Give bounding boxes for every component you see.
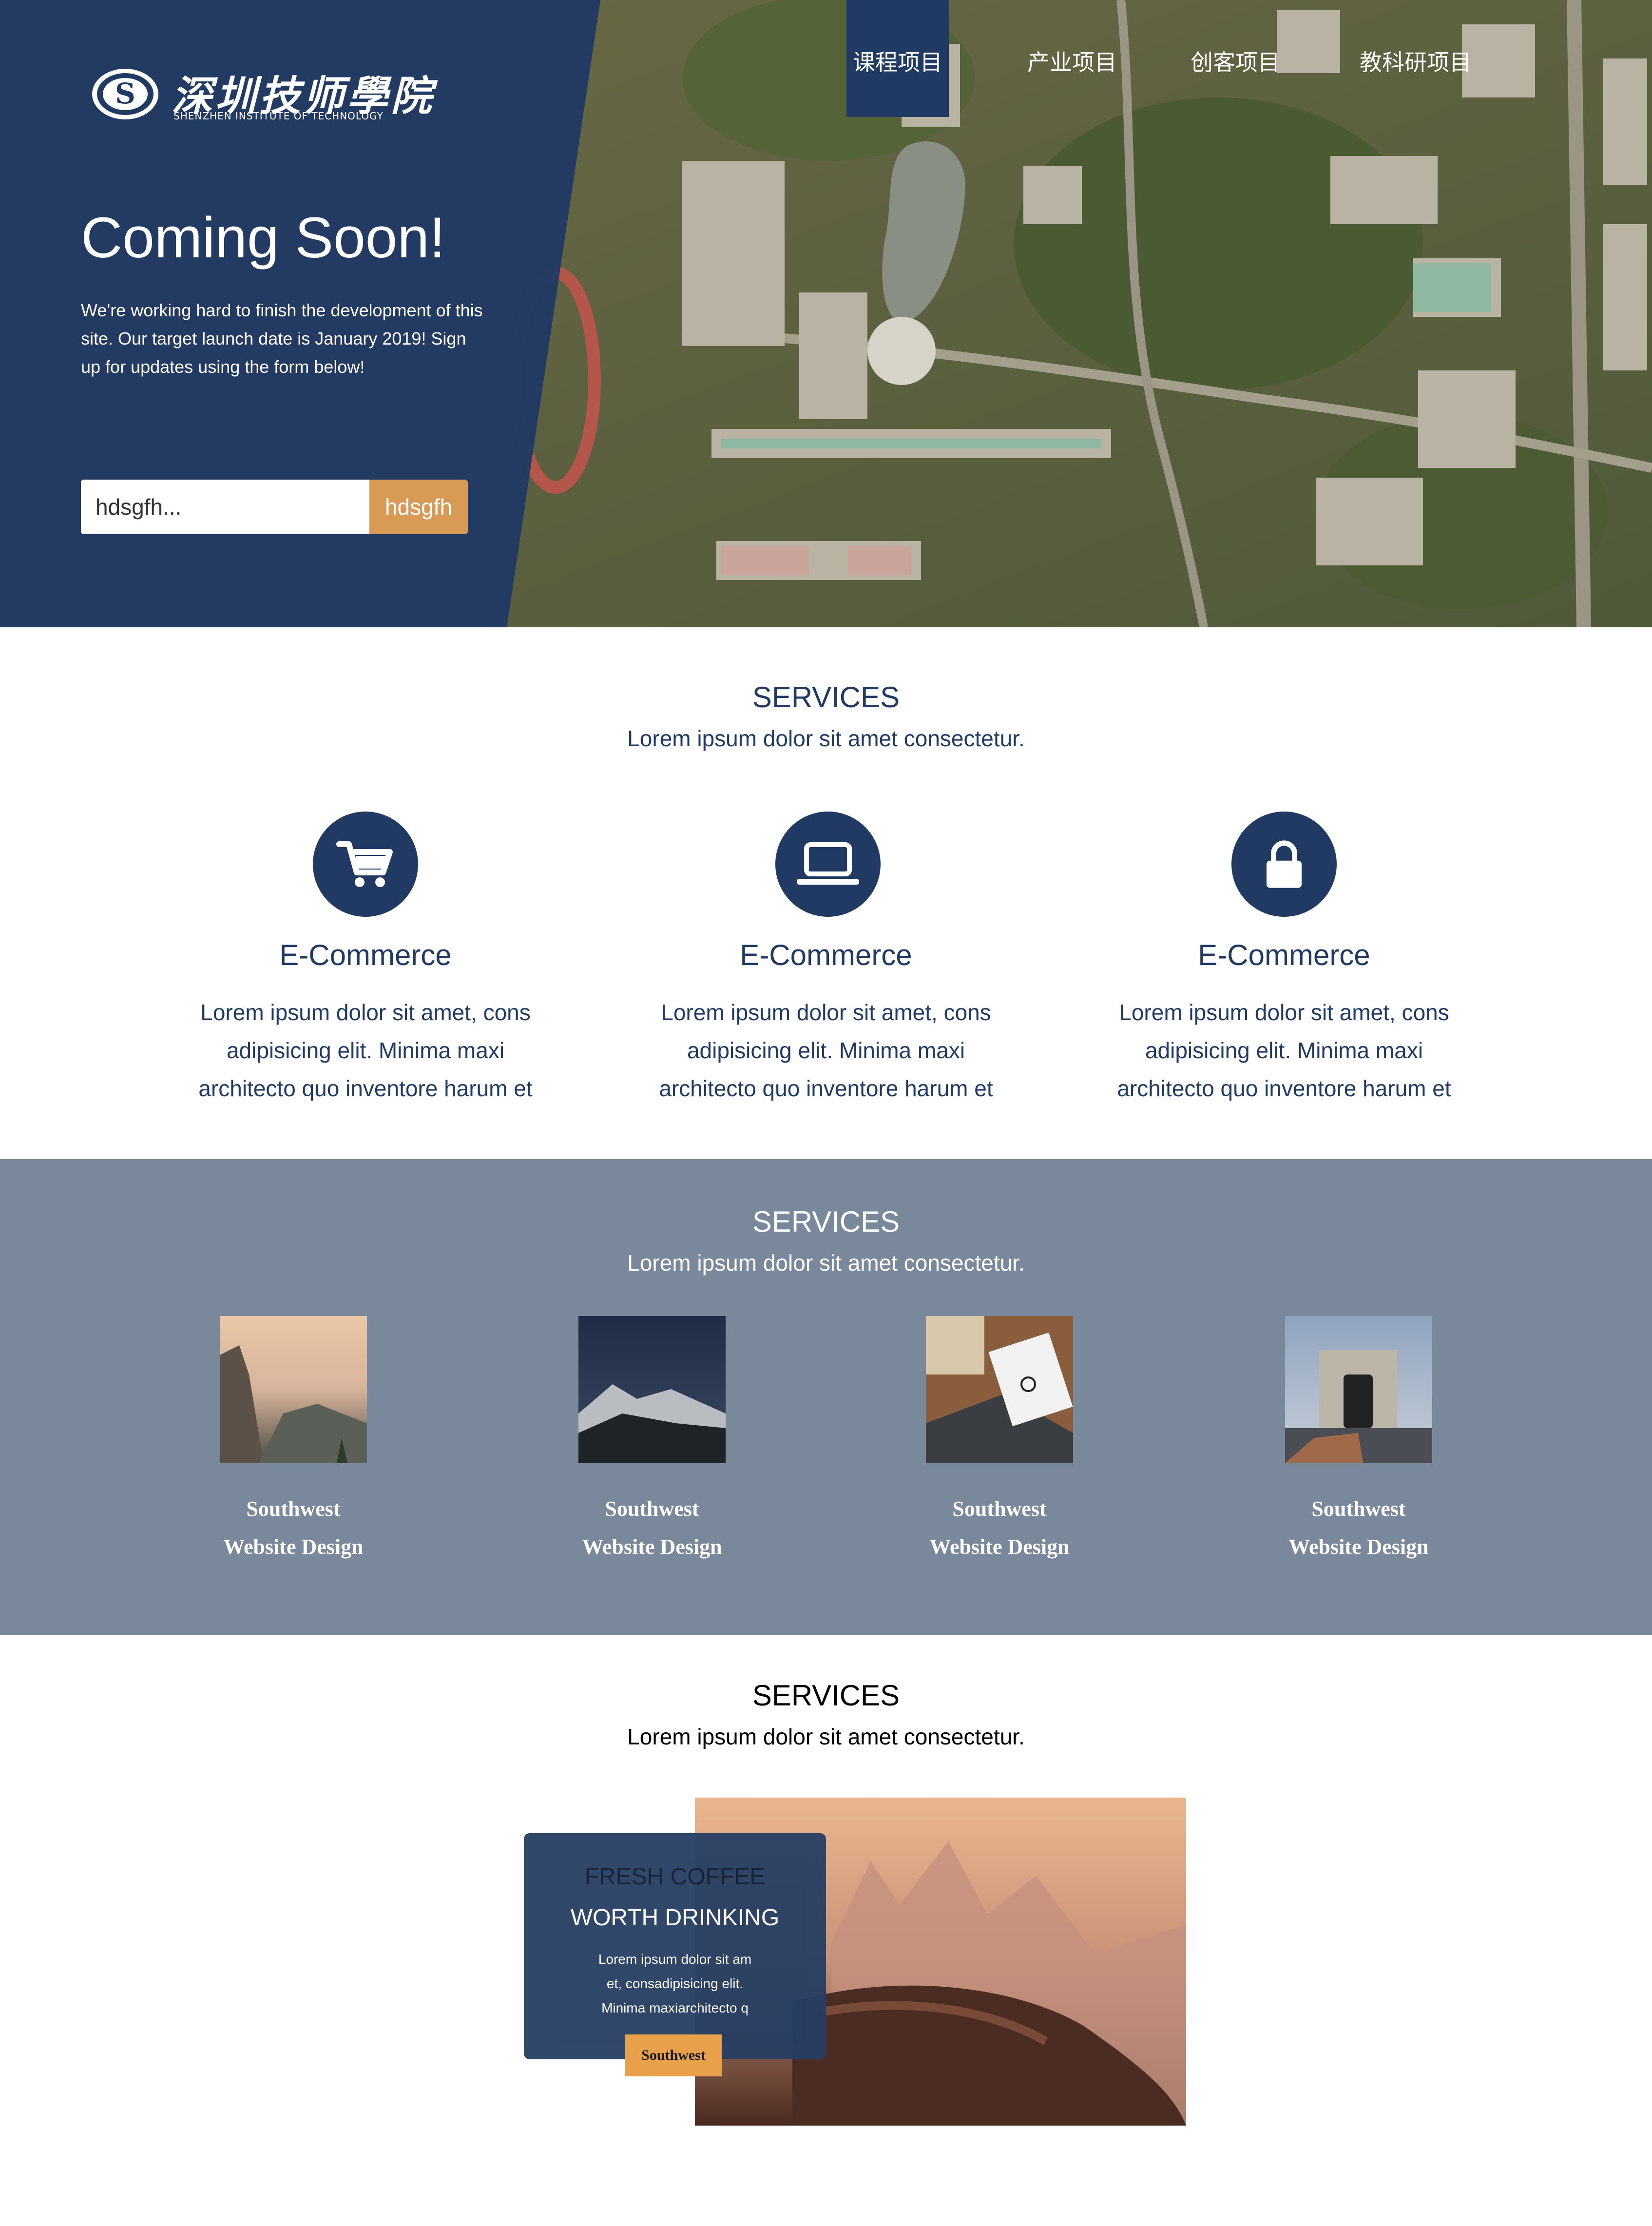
main-nav: 课程项目 产业项目 创客项目 教科研项目 [0, 0, 1652, 117]
tile-subtitle: Website Design [582, 1535, 722, 1559]
nav-item-maker[interactable]: 创客项目 [1182, 0, 1289, 117]
arc-de-triomphe-photo [1285, 1316, 1432, 1463]
mountain-sunset-photo [220, 1316, 367, 1463]
services-subtitle: Lorem ipsum dolor sit amet consectetur. [627, 1250, 1025, 1276]
feature-text: Lorem ipsum dolor sit amet, cons adipisi… [659, 1000, 993, 1101]
card-subtitle: WORTH DRINKING [570, 1905, 780, 1931]
tile-subtitle: Website Design [223, 1535, 364, 1559]
nav-item-courses[interactable]: 课程项目 [846, 0, 949, 117]
tile-title: Southwest [952, 1497, 1047, 1521]
card-title: FRESH COFFEE [584, 1864, 766, 1890]
tile-title: Southwest [246, 1497, 341, 1521]
laptop-icon [775, 812, 881, 917]
hero-section: S 深圳技师學院 SHENZHEN INSTITUTE OF TECHNOLOG… [0, 0, 1652, 627]
feature-text: Lorem ipsum dolor sit amet, cons adipisi… [198, 1000, 533, 1101]
services-subtitle: Lorem ipsum dolor sit amet consectetur. [627, 1724, 1025, 1749]
tile-subtitle: Website Design [929, 1535, 1070, 1559]
nav-item-industry[interactable]: 产业项目 [1018, 0, 1126, 117]
shopping-cart-icon [313, 812, 418, 917]
card-cta-button[interactable]: Southwest [625, 2034, 722, 2076]
nav-item-research[interactable]: 教科研项目 [1345, 0, 1486, 117]
feature-title: E-Commerce [740, 939, 912, 971]
card-text: Lorem ipsum dolor sit am et, consadipisi… [598, 1952, 752, 2015]
feature-title: E-Commerce [279, 939, 452, 971]
laptop-desk-photo [926, 1316, 1073, 1463]
hero-title: Coming Soon! [81, 206, 445, 270]
feature-text: Lorem ipsum dolor sit amet, cons adipisi… [1117, 1000, 1451, 1101]
tile-title: Southwest [1311, 1497, 1406, 1521]
snowy-mountain-photo [578, 1316, 726, 1463]
signup-email-input[interactable] [81, 480, 369, 534]
promo-card: FRESH COFFEE WORTH DRINKING Lorem ipsum … [524, 1833, 826, 2059]
tile-subtitle: Website Design [1288, 1535, 1429, 1559]
signup-form: hdsgfh [81, 480, 468, 534]
signup-submit-button[interactable]: hdsgfh [369, 480, 468, 534]
services-title: SERVICES [752, 681, 900, 714]
feature-title: E-Commerce [1198, 939, 1370, 971]
services-title: SERVICES [752, 1679, 900, 1712]
services-title: SERVICES [752, 1205, 900, 1238]
hero-description: We're working hard to finish the develop… [81, 300, 483, 377]
tile-title: Southwest [605, 1497, 699, 1521]
lock-icon [1231, 812, 1337, 917]
services-subtitle: Lorem ipsum dolor sit amet consectetur. [627, 726, 1025, 751]
